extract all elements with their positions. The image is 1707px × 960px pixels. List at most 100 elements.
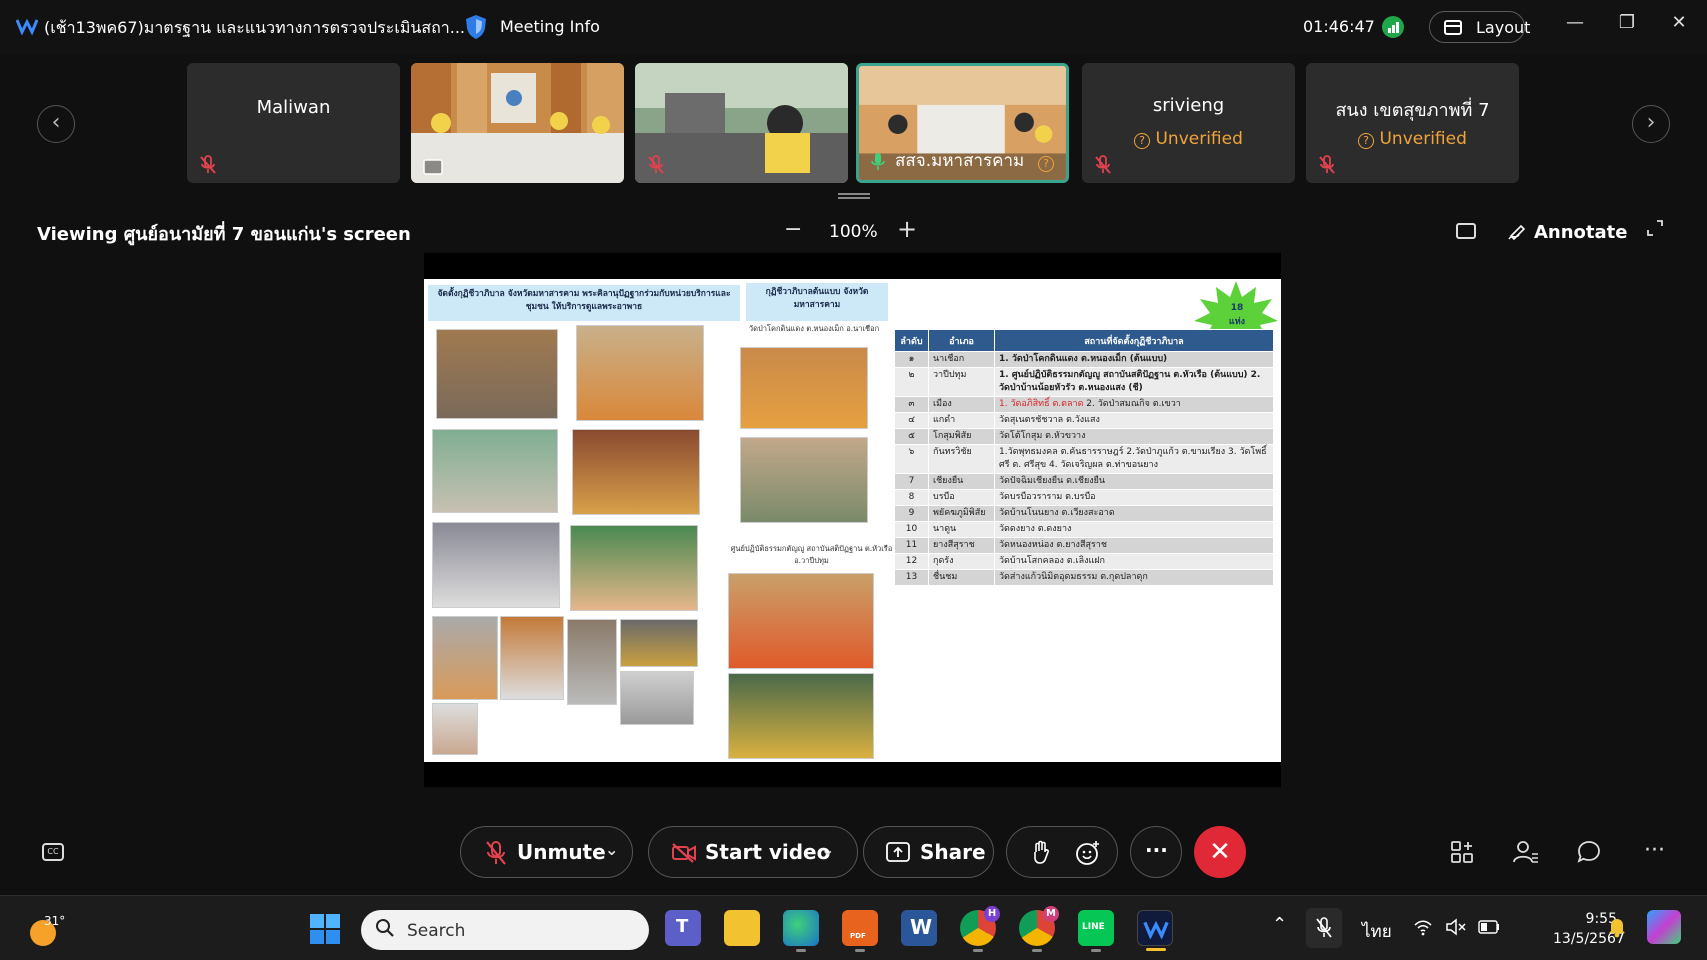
row-district: บรบือ	[928, 489, 995, 506]
participant-tile[interactable]: สนง เขตสุขภาพที่ 7 ? Unverified	[1306, 63, 1519, 183]
slide-photo	[740, 347, 868, 429]
meeting-title: (เช้า13พค67)มาตรฐาน และแนวทางการตรวจประเ…	[44, 18, 466, 37]
slide-photo	[728, 673, 874, 759]
mic-on-icon	[871, 153, 885, 170]
row-district: กันทรวิชัย	[928, 444, 995, 474]
participant-video-tile[interactable]	[635, 63, 848, 183]
fullscreen-icon[interactable]	[1646, 219, 1664, 237]
row-number: 9	[894, 505, 929, 522]
row-place-text: วัดดงยาง ต.ดงยาง	[999, 524, 1072, 534]
participant-video-tile-active[interactable]: สสจ.มหาสารคาม ?	[856, 63, 1069, 183]
row-number: ๑	[894, 351, 929, 368]
copilot-icon[interactable]	[1647, 910, 1681, 944]
share-button[interactable]: Share	[863, 826, 994, 878]
leave-meeting-button[interactable]: ✕	[1194, 826, 1246, 878]
more-panels-icon[interactable]: ···	[1644, 838, 1665, 863]
more-options-button[interactable]: ···	[1130, 826, 1182, 878]
table-row: ๑นาเชือก 1. วัดป่าโคกดินแดง ต.หนองเม็ก (ต…	[894, 351, 1274, 368]
table-row: 7 เชียงยืน วัดปัจฉิมเชียงยืน ต.เชียงยืน	[894, 473, 1274, 490]
network-signal-icon[interactable]	[1382, 16, 1404, 38]
webex-app-icon[interactable]	[1137, 910, 1173, 951]
battery-icon[interactable]	[1478, 920, 1500, 934]
zoom-out-button[interactable]: −	[784, 217, 802, 242]
audio-options-chevron-icon[interactable]: ⌄	[605, 840, 618, 859]
row-number: 7	[894, 473, 929, 490]
strip-resize-handle[interactable]	[838, 193, 870, 199]
annotate-pen-icon	[1508, 224, 1526, 240]
row-place: วัดโต้โกสุม ต.หัวขวาง	[994, 428, 1274, 445]
row-district: แกดำ	[928, 412, 995, 429]
apps-icon[interactable]	[1450, 840, 1474, 864]
teams-app-icon[interactable]: T	[665, 910, 701, 946]
line-app-icon[interactable]: LINE	[1078, 910, 1114, 952]
slide-caption-top: วัดป่าโคกดินแดง ต.หนองเม็ก อ.นาเชือก	[748, 324, 880, 333]
close-window-button[interactable]: ✕	[1664, 12, 1694, 40]
start-video-label: Start video	[705, 840, 831, 864]
video-options-chevron-icon[interactable]: ⌄	[821, 840, 834, 859]
mic-muted-tray-button[interactable]	[1306, 908, 1342, 948]
next-participants-button[interactable]: ›	[1632, 105, 1670, 143]
participant-tile[interactable]: srivieng ? Unverified	[1082, 63, 1295, 183]
notification-bell-icon[interactable]	[1607, 916, 1627, 938]
file-explorer-icon[interactable]	[724, 910, 760, 946]
shield-icon[interactable]	[465, 14, 487, 40]
row-place: วัดบ้านโนนยาง ต.เวียงสะอาด	[994, 505, 1274, 522]
participants-icon[interactable]	[1513, 840, 1539, 864]
share-label: Share	[920, 840, 986, 864]
row-number: ๓	[894, 396, 929, 413]
meeting-info-link[interactable]: Meeting Info	[500, 17, 600, 36]
participant-name: สนง เขตสุขภาพที่ 7	[1335, 100, 1490, 121]
table-row: ๓เมือง 1. วัดอภิสิทธิ์ ต.ตลาด 2. วัดป่าสม…	[894, 396, 1274, 413]
row-place-text: 1. วัดป่าโคกดินแดง ต.หนองเม็ก (ต้นแบบ)	[999, 354, 1168, 364]
chrome-profile-h-icon[interactable]: H	[960, 906, 1000, 952]
zoom-in-button[interactable]: +	[897, 215, 917, 243]
language-indicator[interactable]: ไทย	[1362, 918, 1392, 945]
starburst-unit: แห่ง	[1228, 317, 1246, 327]
table-header: อำเภอ	[928, 329, 995, 352]
closed-captions-button[interactable]: CC	[42, 843, 64, 861]
tray-overflow-chevron-icon[interactable]: ⌃	[1272, 914, 1287, 935]
row-district: โกสุมพิสัย	[928, 428, 995, 445]
mic-muted-icon	[1095, 155, 1111, 174]
row-district: วาปีปทุม	[928, 367, 995, 397]
unverified-badge: ? Unverified	[1306, 129, 1519, 149]
table-row: 10 นาดูน วัดดงยาง ต.ดงยาง	[894, 521, 1274, 538]
edge-browser-icon[interactable]	[783, 910, 819, 952]
reactions-icon[interactable]	[1075, 840, 1101, 866]
row-number: ๖	[894, 444, 929, 474]
slide-photo	[567, 619, 617, 705]
table-row: 11 ยางสีสุราช วัดหนองหน่อง ต.ยางสีสุราช	[894, 537, 1274, 554]
unverified-badge: ? Unverified	[1082, 129, 1295, 149]
participant-tile[interactable]: Maliwan	[187, 63, 400, 183]
minimize-button[interactable]: —	[1560, 12, 1590, 40]
share-view-icon[interactable]	[1456, 223, 1476, 239]
participant-video-tile[interactable]	[411, 63, 624, 183]
row-place-text: วัดสุเนตรชัชวาล ต.วังแสง	[999, 415, 1100, 425]
volume-muted-icon[interactable]	[1445, 918, 1467, 936]
taskbar-search[interactable]: Search	[361, 910, 649, 950]
chat-icon[interactable]	[1577, 840, 1601, 864]
video-feed	[635, 63, 848, 183]
row-number: 13	[894, 569, 929, 586]
chrome-profile-m-icon[interactable]: M	[1019, 906, 1059, 952]
prev-participants-button[interactable]: ‹	[37, 105, 75, 143]
unmute-button[interactable]: Unmute ⌄	[460, 826, 633, 878]
screen-share-icon	[423, 159, 443, 175]
row-place: วัดสุเนตรชัชวาล ต.วังแสง	[994, 412, 1274, 429]
restore-button[interactable]: ❐	[1612, 12, 1642, 40]
participant-name: Maliwan	[256, 97, 331, 118]
word-app-icon[interactable]: W	[901, 910, 937, 946]
layout-button[interactable]: Layout	[1429, 11, 1530, 43]
raise-hand-icon[interactable]	[1031, 840, 1051, 864]
search-placeholder: Search	[407, 921, 466, 941]
shared-screen[interactable]: จัดตั้งกุฏิชีวาภิบาล จังหวัดมหาสารคาม พร…	[424, 253, 1281, 787]
profile-badge: M	[1043, 906, 1059, 922]
starburst-text: 18 แห่ง	[1217, 301, 1257, 329]
pdf-app-icon[interactable]: PDF	[842, 910, 878, 952]
annotate-button[interactable]: Annotate	[1508, 218, 1628, 246]
mic-muted-icon	[200, 155, 216, 174]
unverified-icon: ?	[1038, 156, 1054, 172]
windows-start-icon[interactable]	[309, 913, 341, 945]
start-video-button[interactable]: Start video ⌄	[648, 826, 858, 878]
wifi-icon[interactable]	[1413, 918, 1433, 936]
